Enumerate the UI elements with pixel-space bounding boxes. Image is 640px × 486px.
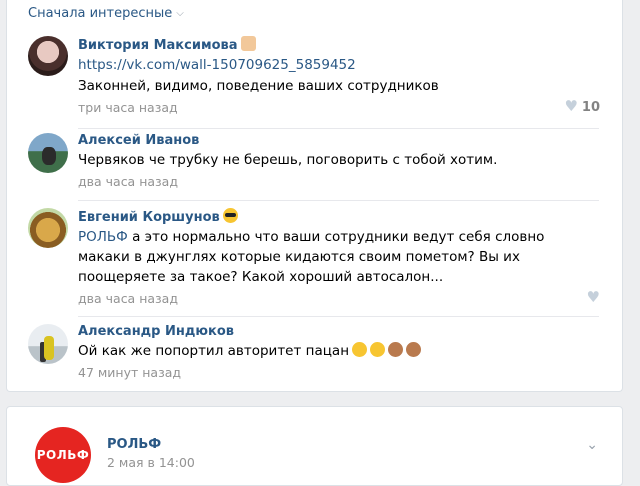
comment-time[interactable]: два часа назад (78, 173, 598, 191)
post-card: РОЛЬФ РОЛЬФ 2 мая в 14:00 ⌄ (6, 406, 623, 486)
author-name[interactable]: Алексей Иванов (78, 133, 598, 149)
author-name[interactable]: Евгений Коршунов (78, 210, 220, 225)
mention-link[interactable]: РОЛЬФ (78, 229, 128, 245)
post-author[interactable]: РОЛЬФ (107, 437, 161, 452)
author-name[interactable]: Александр Индюков (78, 324, 598, 340)
chevron-down-icon[interactable]: ⌄ (586, 437, 598, 453)
see-no-evil-monkey-icon (406, 342, 422, 357)
sort-dropdown[interactable]: Сначала интересные ⌵ (28, 6, 184, 21)
avatar[interactable] (28, 208, 68, 248)
divider (78, 316, 599, 317)
author-name[interactable]: Виктория Максимова (78, 38, 238, 53)
avatar[interactable] (28, 133, 68, 173)
heart-icon[interactable]: ♥ (587, 288, 600, 306)
laughing-emoji-icon (370, 342, 386, 357)
avatar[interactable] (28, 36, 68, 76)
see-no-evil-monkey-icon (388, 342, 404, 357)
comment-text: Ой как же попортил авторитет пацан (78, 343, 350, 359)
comment-time[interactable]: три часа назад (78, 99, 598, 117)
heart-icon: ♥ (564, 97, 578, 115)
laughing-emoji-icon (352, 342, 368, 357)
divider (78, 200, 599, 201)
chevron-down-icon: ⌵ (176, 8, 184, 19)
comment-text: Законней, видимо, поведение ваших сотруд… (78, 78, 439, 94)
sunglasses-emoji-icon (222, 208, 238, 223)
rolf-logo[interactable]: РОЛЬФ (35, 427, 91, 483)
comment-text: Червяков че трубку не берешь, поговорить… (78, 152, 498, 168)
sort-label: Сначала интересные (28, 6, 173, 21)
comment-text: а это нормально что ваши сотрудники веду… (78, 229, 545, 285)
comment-time[interactable]: два часа назад (78, 290, 598, 308)
comment-time[interactable]: 47 минут назад (78, 364, 598, 382)
like-button[interactable]: ♥ 10 (564, 97, 600, 115)
divider (78, 128, 599, 129)
post-link[interactable]: https://vk.com/wall-150709625_5859452 (78, 55, 598, 75)
cat-emoji-icon (240, 36, 256, 51)
avatar[interactable] (28, 324, 68, 364)
like-count: 10 (581, 100, 600, 115)
